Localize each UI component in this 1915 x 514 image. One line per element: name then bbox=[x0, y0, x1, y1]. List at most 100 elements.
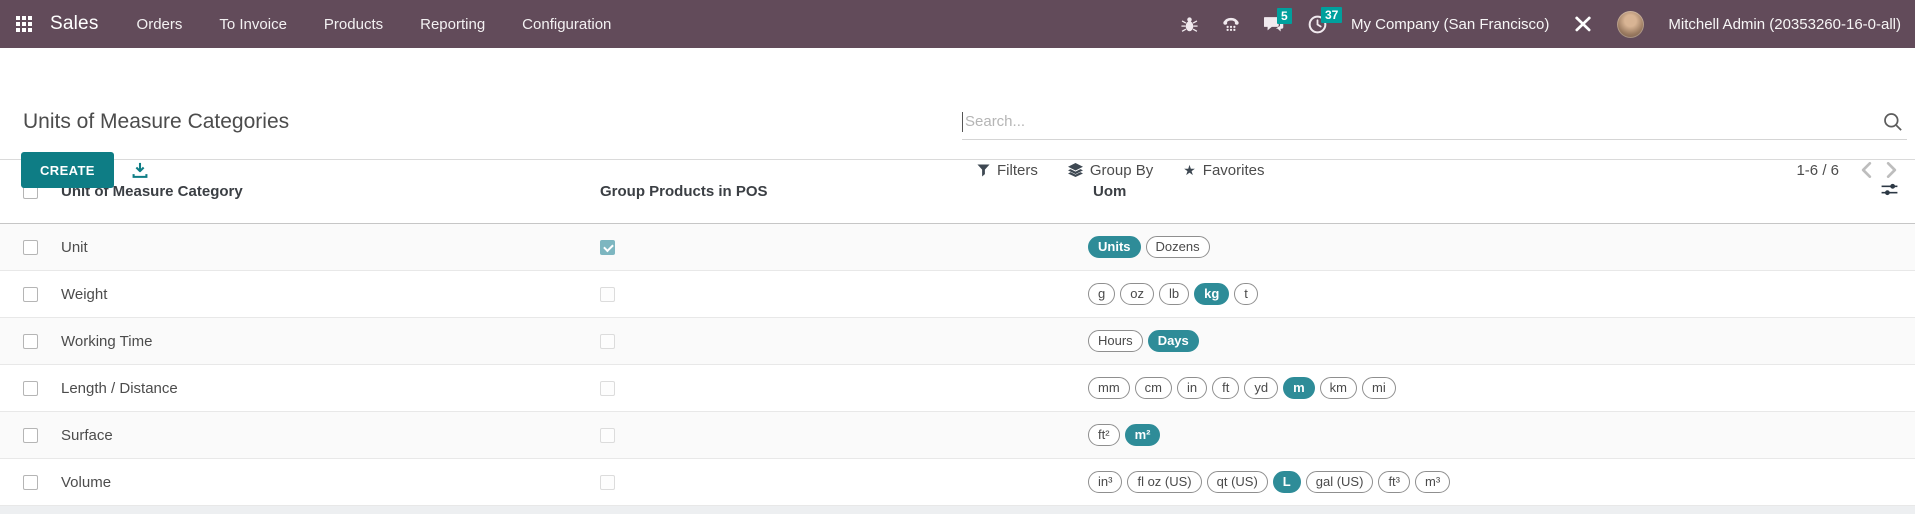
uom-tags: gozlbkgt bbox=[1088, 283, 1855, 305]
row-checkbox-cell bbox=[0, 334, 61, 349]
favorites-label: Favorites bbox=[1203, 162, 1265, 179]
pos-checkbox[interactable] bbox=[600, 475, 615, 490]
uom-tag: oz bbox=[1120, 283, 1154, 305]
menu-item-products[interactable]: Products bbox=[324, 16, 383, 33]
navbar-left: Sales Orders To Invoice Products Reporting C… bbox=[16, 13, 611, 35]
uom-tags: HoursDays bbox=[1088, 330, 1855, 352]
uom-tag: gal (US) bbox=[1306, 471, 1374, 493]
pos-cell bbox=[598, 240, 1088, 255]
text-caret bbox=[962, 112, 963, 132]
category-name: Length / Distance bbox=[61, 380, 598, 397]
app-name[interactable]: Sales bbox=[50, 13, 99, 35]
pos-cell bbox=[598, 475, 1088, 490]
filters-button[interactable]: Filters bbox=[977, 162, 1038, 179]
table-row[interactable]: UnitUnitsDozens bbox=[0, 224, 1915, 271]
uom-tag: in bbox=[1177, 377, 1207, 399]
navbar: Sales Orders To Invoice Products Reporting C… bbox=[0, 0, 1915, 48]
control-panel: Units of Measure Categories CREATE Filte… bbox=[0, 48, 1915, 160]
row-checkbox[interactable] bbox=[23, 381, 38, 396]
uom-tags: mmcminftydmkmmi bbox=[1088, 377, 1855, 399]
uom-tag: in³ bbox=[1088, 471, 1122, 493]
create-button[interactable]: CREATE bbox=[21, 152, 114, 188]
uom-tag: g bbox=[1088, 283, 1115, 305]
uom-tag: ft² bbox=[1088, 424, 1120, 446]
apps-menu-icon[interactable] bbox=[16, 16, 32, 32]
menu-item-reporting[interactable]: Reporting bbox=[420, 16, 485, 33]
pos-checkbox[interactable] bbox=[600, 428, 615, 443]
menu-item-configuration[interactable]: Configuration bbox=[522, 16, 611, 33]
navbar-systray: 5 37 My Company (San Francisco) Mitchell… bbox=[1181, 11, 1901, 38]
activities-clock-icon[interactable]: 37 bbox=[1308, 15, 1327, 34]
uom-tag: yd bbox=[1244, 377, 1278, 399]
pos-checkbox[interactable] bbox=[600, 287, 615, 302]
row-checkbox-cell bbox=[0, 381, 61, 396]
table-row[interactable]: Length / Distancemmcminftydmkmmi bbox=[0, 365, 1915, 412]
uom-tag: Units bbox=[1088, 236, 1141, 258]
filters-label: Filters bbox=[997, 162, 1038, 179]
messages-badge: 5 bbox=[1277, 8, 1292, 24]
uom-tag: m bbox=[1283, 377, 1315, 399]
list-footer bbox=[0, 506, 1915, 514]
bug-icon[interactable] bbox=[1181, 16, 1198, 33]
star-icon: ★ bbox=[1183, 163, 1196, 177]
row-checkbox[interactable] bbox=[23, 287, 38, 302]
pos-checkbox[interactable] bbox=[600, 334, 615, 349]
uom-tag: cm bbox=[1135, 377, 1172, 399]
group-by-label: Group By bbox=[1090, 162, 1153, 179]
uom-tags: in³fl oz (US) qt (US)Lgal (US)ft³m³ bbox=[1088, 471, 1855, 493]
messages-icon[interactable]: 5 bbox=[1264, 16, 1284, 33]
uom-tag: fl oz (US) bbox=[1127, 471, 1201, 493]
search-input[interactable] bbox=[965, 113, 1882, 130]
filter-funnel-icon bbox=[977, 164, 990, 177]
category-name: Weight bbox=[61, 286, 598, 303]
company-switcher[interactable]: My Company (San Francisco) bbox=[1351, 16, 1549, 33]
user-menu[interactable]: Mitchell Admin (20353260-16-0-all) bbox=[1668, 16, 1901, 33]
row-checkbox[interactable] bbox=[23, 475, 38, 490]
navbar-menu: Orders To Invoice Products Reporting Configu… bbox=[137, 16, 612, 33]
category-name: Volume bbox=[61, 474, 598, 491]
pos-cell bbox=[598, 381, 1088, 396]
pos-checkbox[interactable] bbox=[600, 381, 615, 396]
uom-tag: Days bbox=[1148, 330, 1199, 352]
table-row[interactable]: Surface ft²m² bbox=[0, 412, 1915, 459]
group-by-layers-icon bbox=[1068, 163, 1083, 177]
menu-item-to-invoice[interactable]: To Invoice bbox=[219, 16, 287, 33]
table-row[interactable]: Working Time HoursDays bbox=[0, 318, 1915, 365]
uom-tag: ft³ bbox=[1378, 471, 1410, 493]
category-name: Surface bbox=[61, 427, 598, 444]
pager: 1-6 / 6 bbox=[1796, 152, 1897, 188]
category-name: Working Time bbox=[61, 333, 598, 350]
group-by-button[interactable]: Group By bbox=[1068, 162, 1153, 179]
list-body: UnitUnitsDozensWeightgozlbkgtWorking Tim… bbox=[0, 224, 1915, 506]
uom-tag: Dozens bbox=[1146, 236, 1210, 258]
phone-icon[interactable] bbox=[1222, 15, 1240, 33]
pos-checkbox[interactable] bbox=[600, 240, 615, 255]
uom-tag: m² bbox=[1125, 424, 1161, 446]
row-checkbox[interactable] bbox=[23, 240, 38, 255]
tools-icon[interactable] bbox=[1573, 14, 1593, 34]
uom-tag: L bbox=[1273, 471, 1301, 493]
pager-prev-icon[interactable] bbox=[1861, 162, 1872, 178]
uom-tag: mi bbox=[1362, 377, 1396, 399]
uom-tag: qt (US) bbox=[1207, 471, 1268, 493]
pager-next-icon[interactable] bbox=[1886, 162, 1897, 178]
row-checkbox[interactable] bbox=[23, 428, 38, 443]
export-download-icon[interactable] bbox=[132, 162, 148, 178]
table-row[interactable]: Weightgozlbkgt bbox=[0, 271, 1915, 318]
favorites-button[interactable]: ★ Favorites bbox=[1183, 162, 1264, 179]
row-checkbox[interactable] bbox=[23, 334, 38, 349]
uom-tag: lb bbox=[1159, 283, 1189, 305]
filter-bar: Filters Group By ★ Favorites bbox=[977, 152, 1264, 188]
avatar[interactable] bbox=[1617, 11, 1644, 38]
pos-cell bbox=[598, 287, 1088, 302]
uom-tag: t bbox=[1234, 283, 1258, 305]
page-title: Units of Measure Categories bbox=[23, 110, 289, 134]
uom-tag: Hours bbox=[1088, 330, 1143, 352]
uom-tag: m³ bbox=[1415, 471, 1450, 493]
menu-item-orders[interactable]: Orders bbox=[137, 16, 183, 33]
pos-cell bbox=[598, 428, 1088, 443]
pager-count: 1-6 / 6 bbox=[1796, 162, 1839, 179]
pos-cell bbox=[598, 334, 1088, 349]
table-row[interactable]: Volume in³fl oz (US) qt (US)Lgal (US)ft³m³ bbox=[0, 459, 1915, 506]
search-icon[interactable] bbox=[1882, 111, 1903, 132]
